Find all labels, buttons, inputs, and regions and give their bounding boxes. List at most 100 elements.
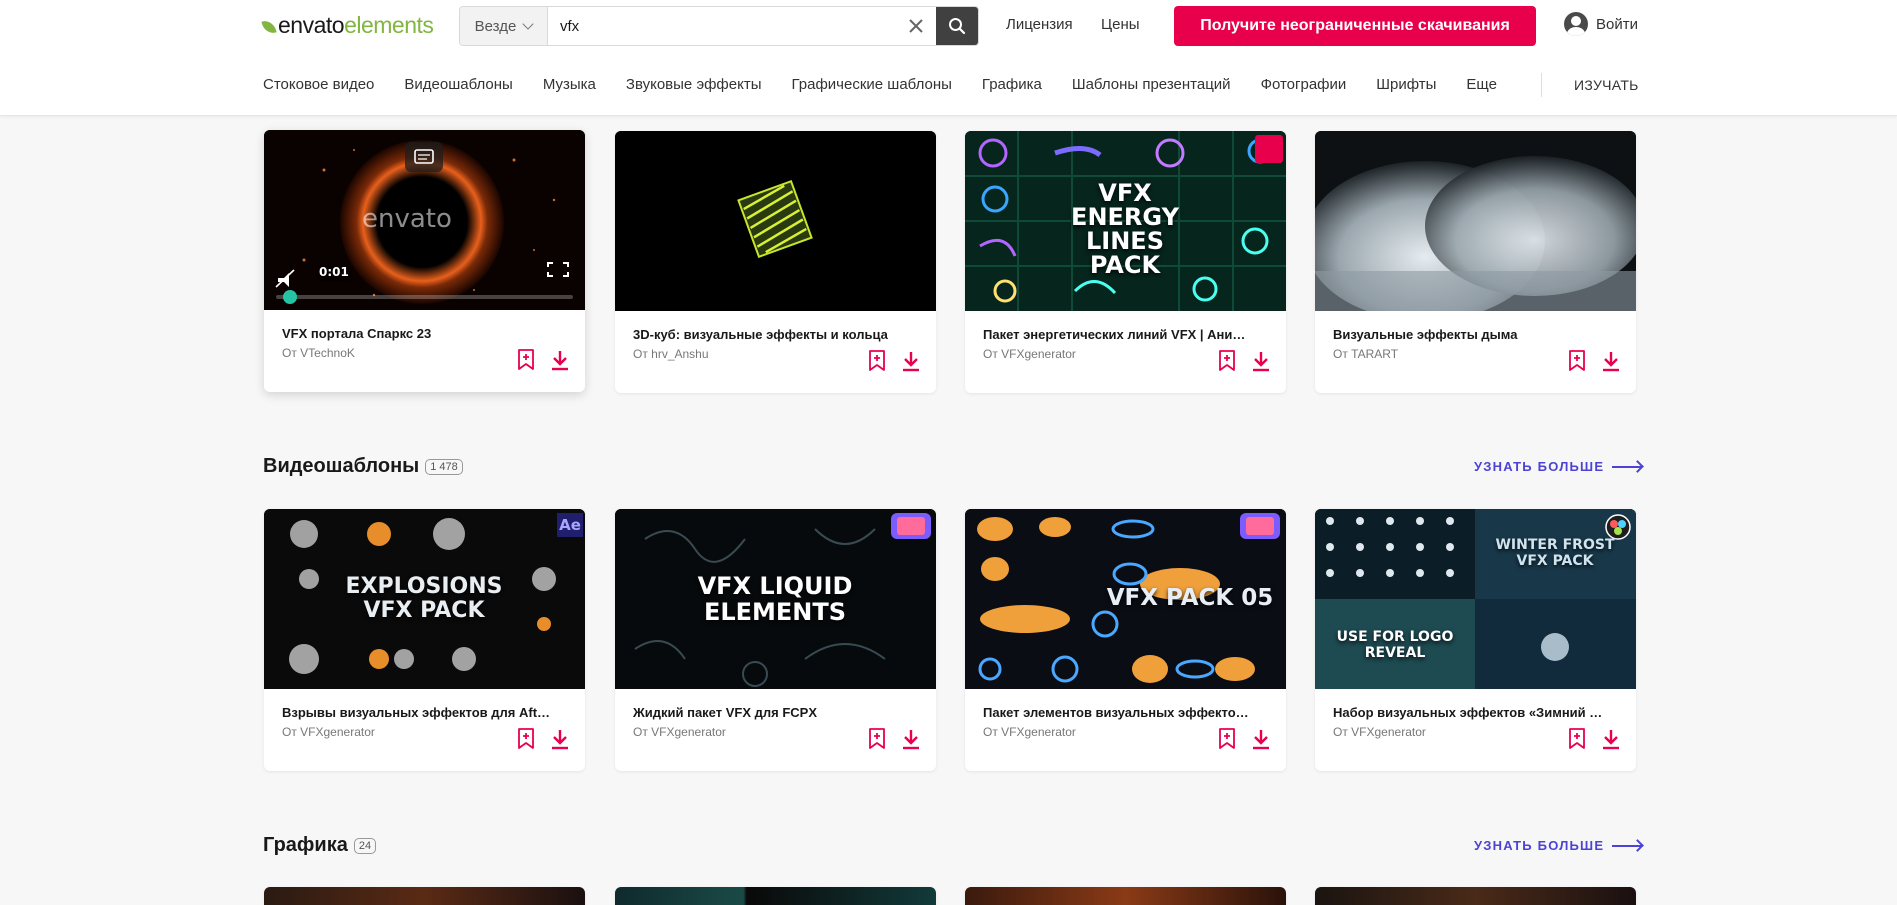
card-title[interactable]: Визуальные эффекты дыма xyxy=(1333,327,1603,342)
nav-item-graphics[interactable]: Графика xyxy=(982,76,1042,96)
arrow-right-icon xyxy=(1612,465,1643,468)
graphics-card[interactable] xyxy=(264,887,585,905)
unlimited-downloads-button[interactable]: Получите неограниченные скачивания xyxy=(1174,6,1536,46)
graphics-card[interactable] xyxy=(615,887,936,905)
card-author[interactable]: От TARART xyxy=(1333,347,1398,361)
download-icon xyxy=(903,730,919,750)
close-icon xyxy=(909,19,923,33)
learn-more-label: УЗНАТЬ БОЛЬШЕ xyxy=(1474,459,1605,474)
bookmark-add-icon xyxy=(1219,728,1235,749)
card-thumbnail[interactable]: EXPLOSIONS VFX PACK Ae xyxy=(264,509,585,689)
card-thumbnail[interactable] xyxy=(1315,131,1636,311)
bookmark-button[interactable] xyxy=(517,728,535,755)
thumbnail-overlay-text: WINTER FROST VFX PACK xyxy=(1495,537,1615,569)
stock-video-card[interactable]: 3D-куб: визуальные эффекты и кольца От h… xyxy=(615,131,936,393)
card-thumbnail[interactable]: VFX LIQUID ELEMENTS xyxy=(615,509,936,689)
card-thumbnail[interactable]: VFX ENERGY LINES PACK xyxy=(965,131,1286,311)
nav-item-music[interactable]: Музыка xyxy=(543,76,596,96)
license-link[interactable]: Лицензия xyxy=(1006,16,1073,33)
card-author[interactable]: От VFXgenerator xyxy=(633,725,726,739)
download-icon xyxy=(903,352,919,372)
signin-button[interactable]: Войти xyxy=(1564,12,1638,36)
video-player[interactable]: envato 0:01 xyxy=(264,130,585,310)
bookmark-button[interactable] xyxy=(1218,728,1236,755)
logo-text-elements: elements xyxy=(344,11,434,38)
bookmark-add-icon xyxy=(1219,350,1235,371)
nav-item-graphic-templates[interactable]: Графические шаблоны xyxy=(792,76,952,96)
search-button[interactable] xyxy=(936,7,978,45)
card-author[interactable]: От VFXgenerator xyxy=(282,725,375,739)
logo-text-envato: envato xyxy=(278,11,345,38)
learn-link[interactable]: ИЗУЧАТЬ xyxy=(1574,77,1639,93)
download-button[interactable] xyxy=(550,349,570,376)
video-template-card[interactable]: WINTER FROST VFX PACK USE FOR LOGO REVEA… xyxy=(1315,509,1636,771)
envato-logo[interactable]: envato elements xyxy=(261,11,434,38)
download-button[interactable] xyxy=(901,728,921,755)
download-button[interactable] xyxy=(1251,350,1271,377)
graphics-card[interactable] xyxy=(965,887,1286,905)
card-thumbnail[interactable] xyxy=(615,131,936,311)
card-author[interactable]: От hrv_Anshu xyxy=(633,347,709,361)
card-author[interactable]: От VTechnoK xyxy=(282,346,355,360)
nav-item-presentation-templates[interactable]: Шаблоны презентаций xyxy=(1072,76,1231,96)
clear-search-button[interactable] xyxy=(896,7,936,45)
card-title[interactable]: Пакет энергетических линий VFX | Анимиро… xyxy=(983,327,1253,342)
card-thumbnail[interactable]: WINTER FROST VFX PACK USE FOR LOGO REVEA… xyxy=(1315,509,1636,689)
card-title[interactable]: VFX портала Спаркс 23 xyxy=(282,326,552,341)
download-button[interactable] xyxy=(1601,350,1621,377)
video-template-card[interactable]: EXPLOSIONS VFX PACK Ae Взрывы визуальных… xyxy=(264,509,585,771)
download-icon xyxy=(552,351,568,371)
download-button[interactable] xyxy=(1251,728,1271,755)
bookmark-button[interactable] xyxy=(517,349,535,376)
site-header: envatoelements Везде Лицензия Цены Получ… xyxy=(0,0,1897,116)
learn-more-graphics[interactable]: УЗНАТЬ БОЛЬШЕ xyxy=(1474,838,1643,853)
download-icon xyxy=(1603,730,1619,750)
bookmark-button[interactable] xyxy=(1568,350,1586,377)
bookmark-button[interactable] xyxy=(868,728,886,755)
card-title[interactable]: Набор визуальных эффектов «Зимний мор... xyxy=(1333,705,1603,720)
nav-item-sound-effects[interactable]: Звуковые эффекты xyxy=(626,76,762,96)
stock-video-card[interactable]: envato 0:01 VFX портала Спаркс 23 От VTe… xyxy=(264,130,585,392)
section-count-badge: 24 xyxy=(353,837,377,854)
download-button[interactable] xyxy=(901,350,921,377)
card-title[interactable]: Взрывы визуальных эффектов для After Eff… xyxy=(282,705,552,720)
bookmark-button[interactable] xyxy=(1218,350,1236,377)
nav-item-stock-video[interactable]: Стоковое видео xyxy=(263,76,374,96)
after-effects-badge: Ae xyxy=(559,516,581,534)
video-template-card[interactable]: VFX LIQUID ELEMENTS Жидкий пакет VFX для… xyxy=(615,509,936,771)
card-author[interactable]: От VFXgenerator xyxy=(983,347,1076,361)
arrow-right-icon xyxy=(1612,844,1643,847)
card-title[interactable]: Пакет элементов визуальных эффектов для.… xyxy=(983,705,1253,720)
search-input[interactable] xyxy=(548,7,896,45)
prices-link[interactable]: Цены xyxy=(1101,16,1140,33)
thumbnail-overlay-text: EXPLOSIONS VFX PACK xyxy=(345,574,503,623)
bookmark-button[interactable] xyxy=(1568,728,1586,755)
download-button[interactable] xyxy=(550,728,570,755)
section-title-video-templates: Видеошаблоны 1 478 xyxy=(263,455,463,478)
nav-item-photos[interactable]: Фотографии xyxy=(1261,76,1347,96)
envato-watermark: envato xyxy=(362,204,452,234)
nav-item-video-templates[interactable]: Видеошаблоны xyxy=(404,76,512,96)
signin-label: Войти xyxy=(1596,15,1638,33)
card-author[interactable]: От VFXgenerator xyxy=(983,725,1076,739)
bookmark-add-icon xyxy=(869,728,885,749)
nav-item-more[interactable]: Еще xyxy=(1466,76,1497,96)
search-scope-dropdown[interactable]: Везде xyxy=(460,7,548,45)
stock-video-card[interactable]: VFX ENERGY LINES PACK Пакет энергетическ… xyxy=(965,131,1286,393)
graphics-card[interactable] xyxy=(1315,887,1636,905)
card-author[interactable]: От VFXgenerator xyxy=(1333,725,1426,739)
bookmark-add-icon xyxy=(518,728,534,749)
card-title[interactable]: 3D-куб: визуальные эффекты и кольца xyxy=(633,327,903,342)
video-template-card[interactable]: VFX PACK 05 Пакет элементов визуальных э… xyxy=(965,509,1286,771)
thumbnail-winter-frost xyxy=(1315,509,1636,689)
download-button[interactable] xyxy=(1601,728,1621,755)
card-thumbnail[interactable]: VFX PACK 05 xyxy=(965,509,1286,689)
thumbnail-overlay-text: VFX LIQUID ELEMENTS xyxy=(697,572,853,626)
bookmark-button[interactable] xyxy=(868,350,886,377)
download-icon xyxy=(1603,352,1619,372)
nav-item-fonts[interactable]: Шрифты xyxy=(1376,76,1436,96)
bookmark-add-icon xyxy=(1569,728,1585,749)
stock-video-card[interactable]: Визуальные эффекты дыма От TARART xyxy=(1315,131,1636,393)
learn-more-video-templates[interactable]: УЗНАТЬ БОЛЬШЕ xyxy=(1474,459,1643,474)
card-title[interactable]: Жидкий пакет VFX для FCPX xyxy=(633,705,903,720)
